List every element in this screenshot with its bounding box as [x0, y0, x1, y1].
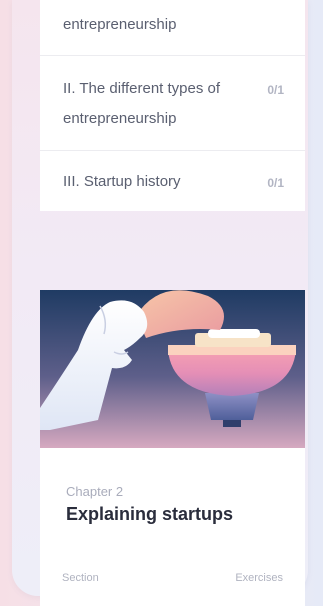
section-row-3[interactable]: III. Startup history 0/1	[40, 150, 305, 212]
section-list-card: entrepreneurship II. The different types…	[40, 0, 305, 211]
section-row-2-label: II. The different types of entrepreneurs…	[63, 80, 221, 127]
chapter-illustration	[40, 290, 305, 448]
section-row-2-count: 0/1	[267, 83, 284, 97]
section-row-3-label: III. Startup history	[63, 173, 181, 190]
section-label: Section	[62, 572, 99, 584]
section-row-1[interactable]: entrepreneurship	[40, 0, 305, 55]
section-row-3-count: 0/1	[267, 176, 284, 190]
section-row-1-label: entrepreneurship	[63, 16, 177, 33]
chapter-card[interactable]: Chapter 2 Explaining startups Section Ex…	[40, 290, 305, 606]
chapter-label: Chapter 2	[66, 484, 124, 499]
section-row-2[interactable]: II. The different types of entrepreneurs…	[40, 55, 305, 151]
exercises-label: Exercises	[235, 572, 283, 584]
chapter-title: Explaining startups	[66, 504, 234, 524]
